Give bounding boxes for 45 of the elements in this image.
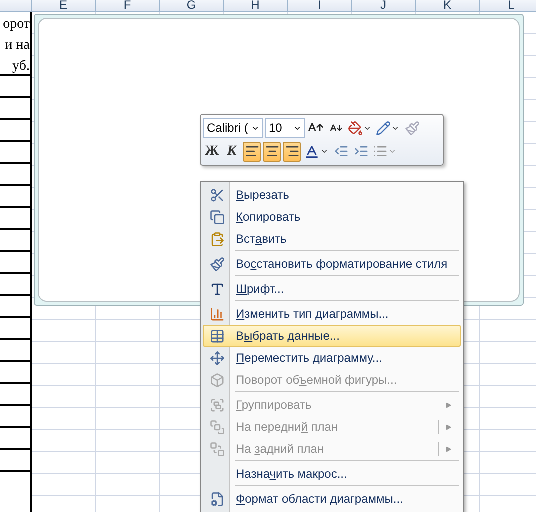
- menu-item[interactable]: Вырезать: [203, 184, 461, 206]
- column-header[interactable]: L: [508, 0, 515, 11]
- chart-icon: [210, 306, 224, 322]
- column-header[interactable]: F: [124, 0, 132, 11]
- format-icon: [210, 492, 224, 506]
- column-header[interactable]: H: [251, 0, 260, 11]
- pencil-icon: [376, 120, 391, 136]
- column-header[interactable]: G: [186, 0, 196, 11]
- font-size-field[interactable]: 10: [265, 118, 305, 138]
- copy-icon: [210, 210, 224, 224]
- column-header[interactable]: J: [380, 0, 386, 11]
- bullet-list-icon: [373, 144, 388, 160]
- menu-item[interactable]: Восстановить форматирование стиля: [203, 253, 461, 275]
- font-icon: [210, 282, 224, 296]
- scissors-icon: [210, 188, 224, 202]
- column-header[interactable]: E: [59, 0, 68, 11]
- paint-bucket-icon: [348, 120, 363, 136]
- italic-button[interactable]: К: [223, 142, 241, 162]
- menu-item[interactable]: Формат области диаграммы...: [203, 488, 461, 510]
- group-icon: [210, 398, 224, 412]
- align-left-button[interactable]: [243, 142, 261, 162]
- bring-front-icon: [210, 420, 224, 434]
- bold-button[interactable]: Ж: [203, 142, 221, 162]
- menu-item[interactable]: Вставить: [203, 228, 461, 250]
- table-icon: [210, 328, 224, 344]
- align-right-button[interactable]: [283, 142, 301, 162]
- menu-item[interactable]: Переместить диаграмму...: [203, 347, 461, 369]
- font-name-field[interactable]: Calibri (: [203, 118, 263, 138]
- align-center-button[interactable]: [263, 142, 281, 162]
- cube-icon: [210, 372, 224, 388]
- menu-item[interactable]: Выбрать данные...: [203, 325, 461, 347]
- font-color-icon: [304, 144, 320, 160]
- column-header[interactable]: K: [443, 0, 452, 11]
- menu-item[interactable]: Изменить тип диаграммы...: [203, 303, 461, 325]
- send-back-icon: [210, 442, 224, 456]
- menu-item[interactable]: Назначить макрос...: [203, 463, 461, 485]
- menu-item[interactable]: Копировать: [203, 206, 461, 228]
- column-header[interactable]: I: [318, 0, 322, 11]
- cell-text: орот: [3, 16, 30, 34]
- cell-text: и на: [5, 37, 30, 55]
- move-icon: [210, 350, 224, 366]
- cell-text: уб.: [12, 58, 30, 76]
- brush-icon: [210, 256, 224, 272]
- menu-item[interactable]: Шрифт...: [203, 278, 461, 300]
- paste-icon: [210, 232, 224, 246]
